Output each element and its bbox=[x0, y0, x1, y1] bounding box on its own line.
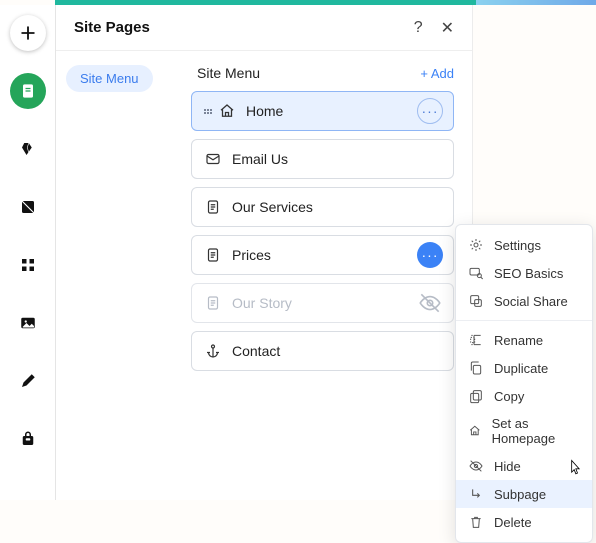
rail-pages-button[interactable] bbox=[10, 73, 46, 109]
menu-item-homepage[interactable]: Set as Homepage bbox=[456, 410, 592, 452]
rail-apps-button[interactable] bbox=[10, 247, 46, 283]
mail-icon bbox=[204, 150, 222, 168]
panel-sidebar: Site Menu bbox=[56, 51, 191, 500]
trash-icon bbox=[468, 514, 484, 530]
eye-off-icon bbox=[468, 458, 484, 474]
page-label: Email Us bbox=[232, 151, 288, 167]
home-icon bbox=[468, 423, 482, 439]
doc-icon bbox=[204, 294, 222, 312]
menu-item-settings[interactable]: Settings bbox=[456, 231, 592, 259]
panel-main: Site Menu Add Home ··· Email Us Our Service… bbox=[191, 51, 472, 500]
seo-icon bbox=[468, 265, 484, 281]
rail-section-button[interactable] bbox=[10, 189, 46, 225]
menu-item-delete[interactable]: Delete bbox=[456, 508, 592, 536]
page-label: Contact bbox=[232, 343, 280, 359]
duplicate-icon bbox=[468, 360, 484, 376]
menu-item-label: Copy bbox=[494, 389, 524, 404]
page-actions-button[interactable]: ··· bbox=[417, 242, 443, 268]
rail-media-button[interactable] bbox=[10, 305, 46, 341]
page-item-email[interactable]: Email Us bbox=[191, 139, 454, 179]
menu-item-copy[interactable]: Copy bbox=[456, 382, 592, 410]
panel-header: Site Pages ? ✕ bbox=[56, 5, 472, 51]
page-item-contact[interactable]: Contact bbox=[191, 331, 454, 371]
help-button[interactable]: ? bbox=[414, 19, 423, 37]
menu-item-label: SEO Basics bbox=[494, 266, 563, 281]
menu-item-label: Rename bbox=[494, 333, 543, 348]
rail-store-button[interactable] bbox=[10, 421, 46, 457]
menu-separator bbox=[456, 320, 592, 321]
site-pages-panel: Site Pages ? ✕ Site Menu Site Menu Add H… bbox=[55, 5, 473, 500]
left-rail bbox=[0, 5, 55, 500]
menu-item-label: Subpage bbox=[494, 487, 546, 502]
site-menu-chip[interactable]: Site Menu bbox=[66, 65, 153, 92]
page-list: Home ··· Email Us Our Services Prices ··· Our … bbox=[191, 91, 454, 371]
rename-icon bbox=[468, 332, 484, 348]
menu-item-rename[interactable]: Rename bbox=[456, 326, 592, 354]
add-page-button[interactable]: Add bbox=[420, 66, 454, 81]
page-label: Home bbox=[246, 103, 283, 119]
anchor-icon bbox=[204, 342, 222, 360]
hidden-icon bbox=[417, 290, 443, 316]
menu-item-label: Delete bbox=[494, 515, 532, 530]
page-item-services[interactable]: Our Services bbox=[191, 187, 454, 227]
rail-design-button[interactable] bbox=[10, 131, 46, 167]
drag-handle-icon[interactable] bbox=[204, 109, 212, 114]
page-item-story[interactable]: Our Story bbox=[191, 283, 454, 323]
page-actions-button[interactable]: ··· bbox=[417, 98, 443, 124]
home-icon bbox=[218, 102, 236, 120]
share-icon bbox=[468, 293, 484, 309]
menu-item-label: Duplicate bbox=[494, 361, 548, 376]
menu-item-hide[interactable]: Hide bbox=[456, 452, 592, 480]
gear-icon bbox=[468, 237, 484, 253]
menu-item-label: Social Share bbox=[494, 294, 568, 309]
close-button[interactable]: ✕ bbox=[441, 18, 454, 38]
menu-item-seo[interactable]: SEO Basics bbox=[456, 259, 592, 287]
section-title: Site Menu bbox=[197, 65, 260, 81]
menu-item-duplicate[interactable]: Duplicate bbox=[456, 354, 592, 382]
page-label: Our Services bbox=[232, 199, 313, 215]
page-context-menu: Settings SEO Basics Social Share Rename Dupl… bbox=[455, 224, 593, 543]
menu-item-subpage[interactable]: Subpage bbox=[456, 480, 592, 508]
doc-icon bbox=[204, 246, 222, 264]
menu-item-social[interactable]: Social Share bbox=[456, 287, 592, 315]
copy-icon bbox=[468, 388, 484, 404]
doc-icon bbox=[204, 198, 222, 216]
panel-title: Site Pages bbox=[74, 19, 150, 36]
page-item-home[interactable]: Home ··· bbox=[191, 91, 454, 131]
rail-add-button[interactable] bbox=[10, 15, 46, 51]
menu-item-label: Settings bbox=[494, 238, 541, 253]
page-item-prices[interactable]: Prices ··· bbox=[191, 235, 454, 275]
page-label: Prices bbox=[232, 247, 271, 263]
menu-item-label: Set as Homepage bbox=[492, 416, 580, 446]
menu-item-label: Hide bbox=[494, 459, 521, 474]
rail-blog-button[interactable] bbox=[10, 363, 46, 399]
page-label: Our Story bbox=[232, 295, 292, 311]
